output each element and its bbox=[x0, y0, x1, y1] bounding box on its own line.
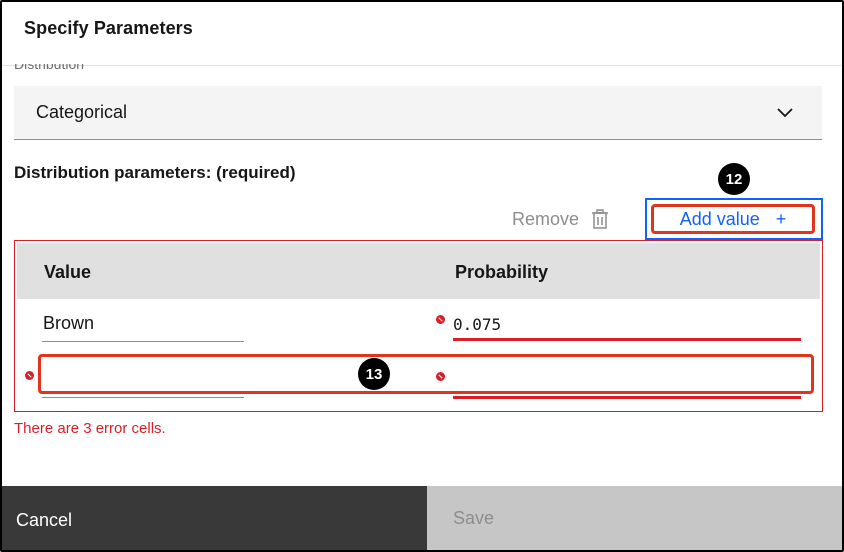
modal: Specify Parameters Distribution Categori… bbox=[0, 0, 844, 552]
distribution-select[interactable]: Categorical bbox=[14, 86, 822, 140]
plus-icon: + bbox=[775, 208, 787, 229]
row-1-value-input[interactable]: Brown bbox=[43, 313, 94, 334]
table-header: Value Probability bbox=[17, 243, 820, 299]
remove-button-label: Remove bbox=[512, 208, 580, 229]
error-icon bbox=[436, 315, 445, 324]
row-1-probability-error-underline bbox=[453, 338, 801, 341]
error-icon bbox=[25, 371, 34, 380]
distribution-selected-value: Categorical bbox=[36, 102, 128, 122]
remove-button[interactable]: Remove bbox=[512, 207, 609, 231]
column-header-probability: Probability bbox=[455, 262, 549, 282]
cancel-button-label: Cancel bbox=[16, 510, 73, 530]
annotation-badge-12: 12 bbox=[718, 163, 750, 195]
save-button-label: Save bbox=[453, 508, 495, 528]
row-2-highlight[interactable] bbox=[38, 354, 814, 394]
row-1-probability-input[interactable]: 0.075 bbox=[453, 315, 501, 334]
add-value-focus-ring: Add value + bbox=[645, 198, 823, 240]
parameters-table: Value Probability Brown 0.075 bbox=[14, 240, 823, 412]
row-2-value-underline bbox=[42, 397, 244, 398]
save-button[interactable]: Save bbox=[427, 486, 842, 550]
row-2-probability-error-underline bbox=[453, 396, 801, 399]
add-value-label: Add value bbox=[679, 208, 760, 229]
column-header-value: Value bbox=[44, 262, 92, 282]
cancel-button[interactable]: Cancel bbox=[2, 486, 427, 550]
distribution-parameters-title: Distribution parameters: (required) bbox=[14, 163, 296, 182]
trash-icon bbox=[592, 209, 609, 229]
error-message: There are 3 error cells. bbox=[14, 420, 166, 437]
chevron-down-icon bbox=[777, 108, 793, 118]
row-1-value-underline bbox=[42, 341, 244, 342]
add-value-button[interactable]: Add value + bbox=[651, 204, 815, 234]
modal-title: Specify Parameters bbox=[24, 18, 193, 38]
annotation-badge-13: 13 bbox=[358, 358, 390, 390]
modal-header: Specify Parameters bbox=[2, 2, 842, 66]
